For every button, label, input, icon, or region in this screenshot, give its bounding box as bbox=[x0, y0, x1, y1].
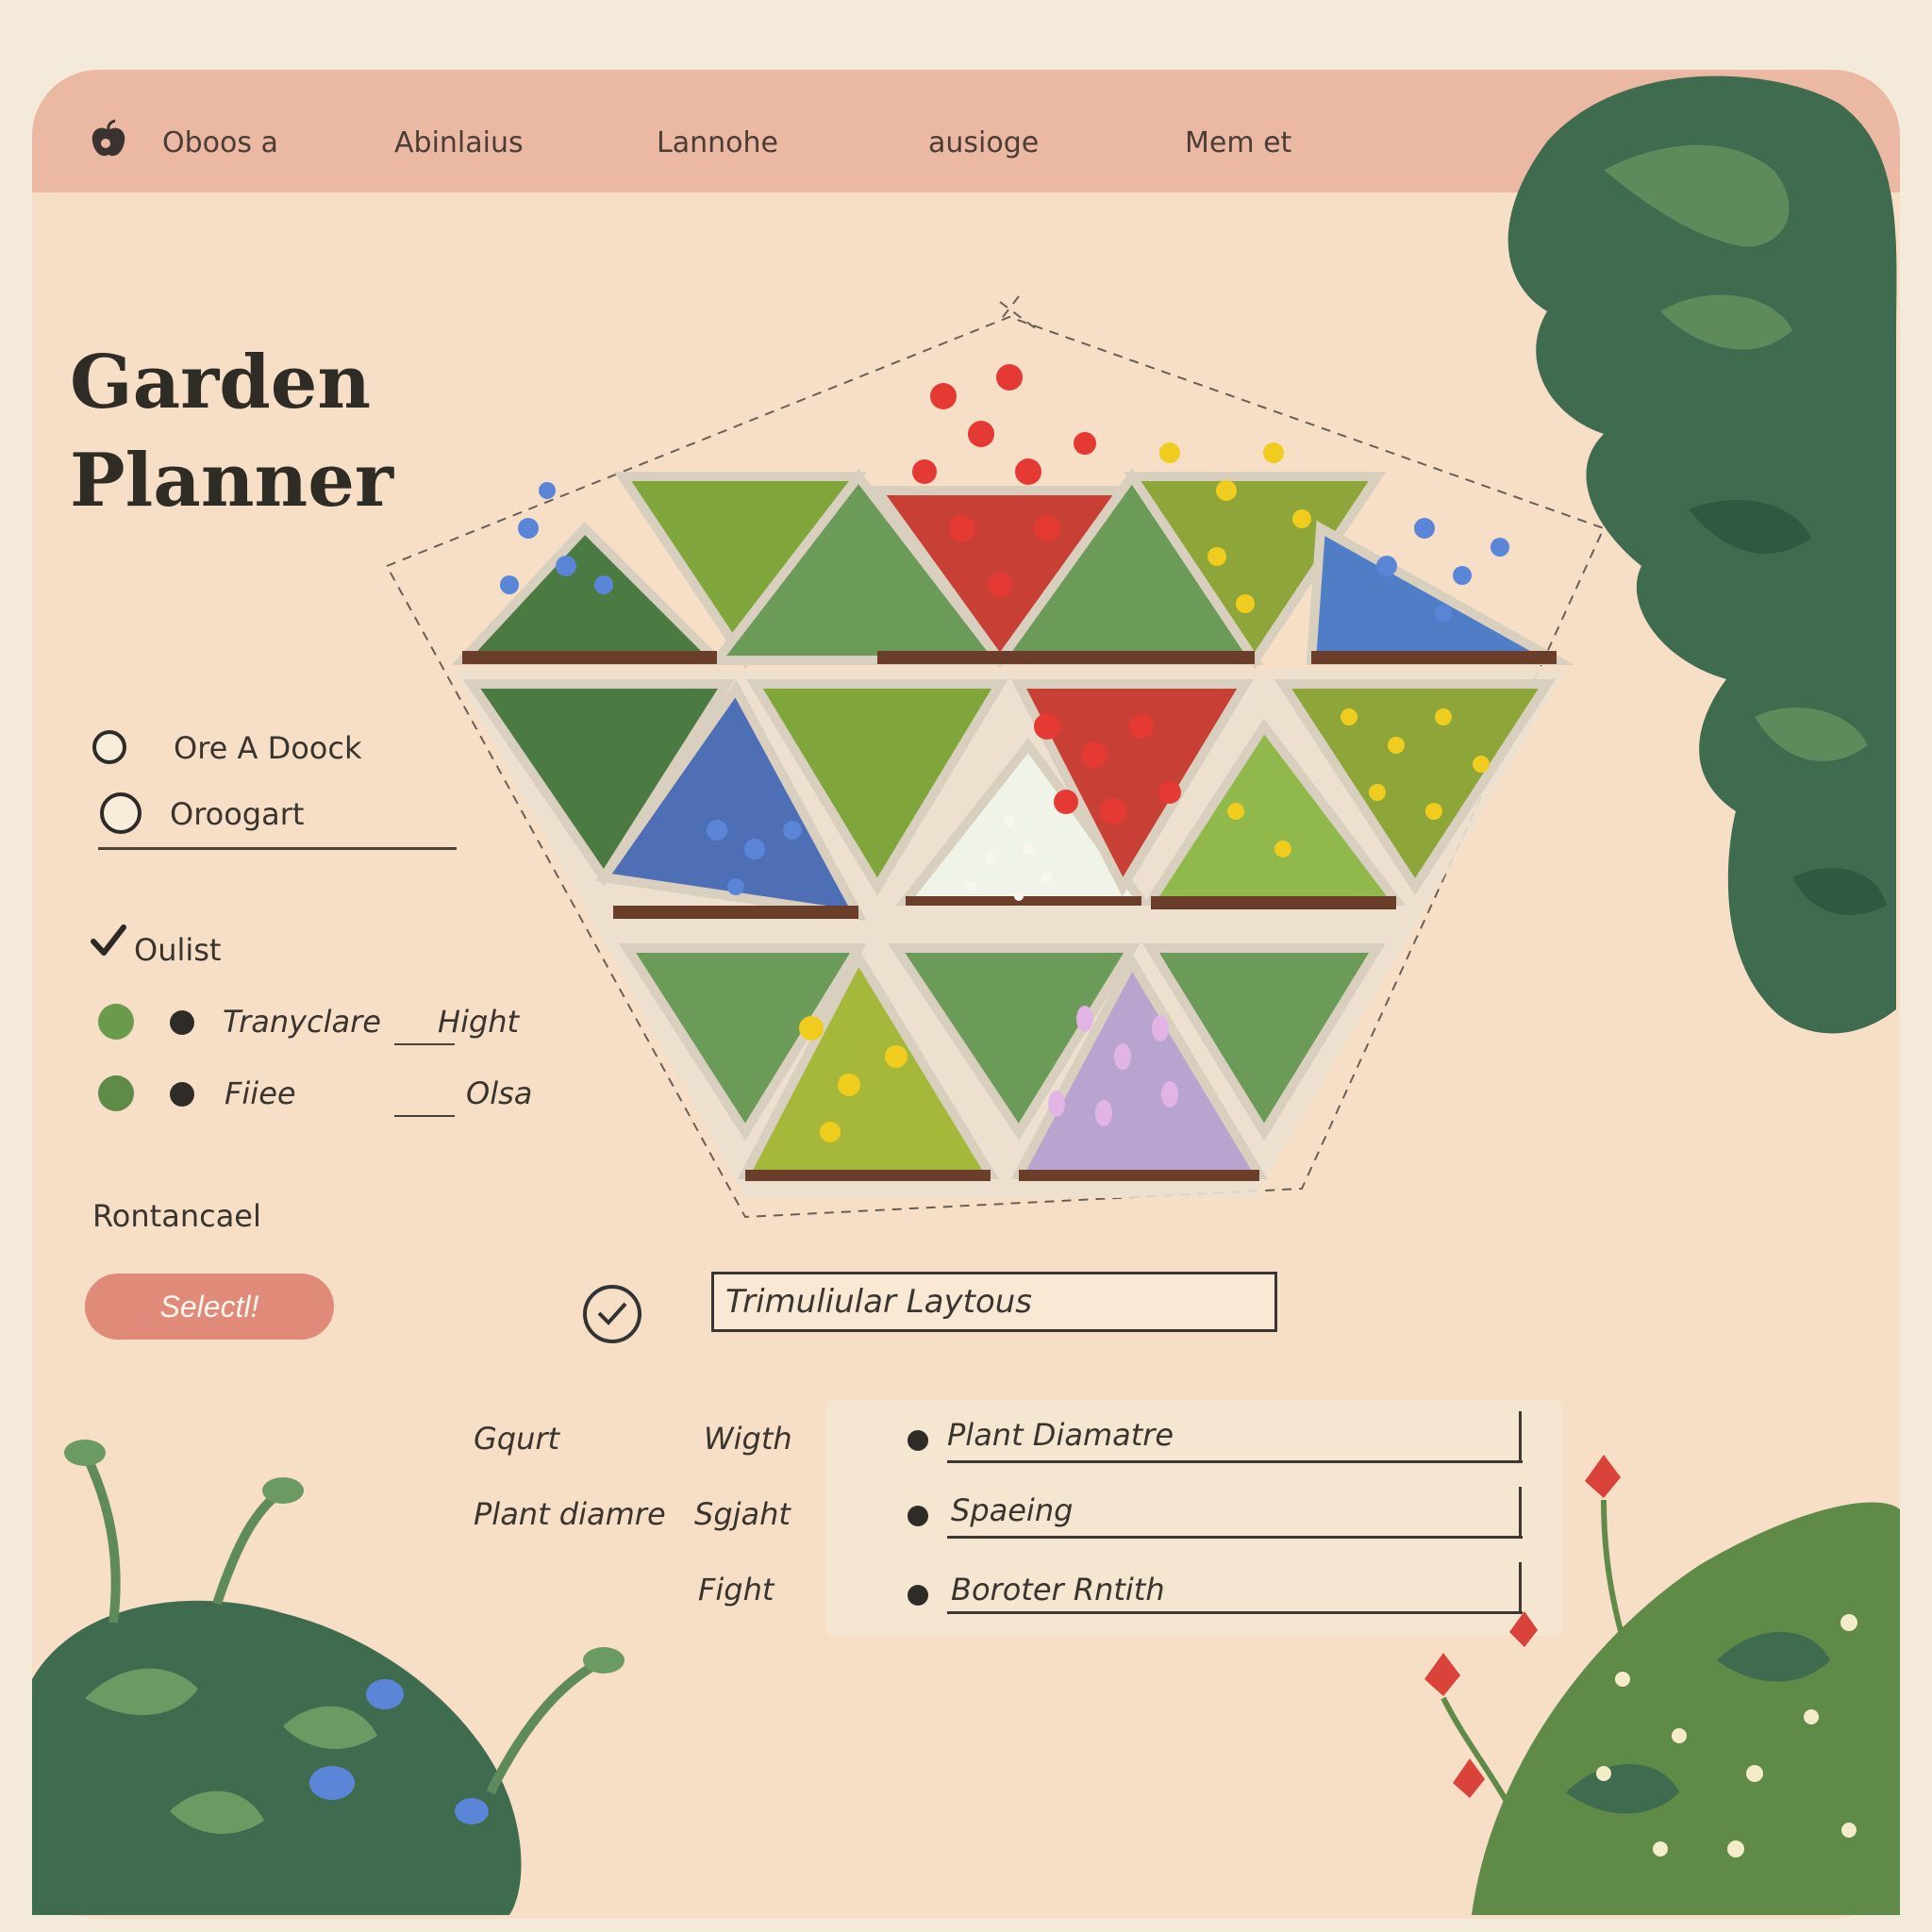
tree-foliage-top-right bbox=[1507, 75, 1897, 1034]
garden-illustration bbox=[32, 75, 1900, 1915]
bush-bottom-left bbox=[32, 1440, 625, 1915]
bush-bottom-right bbox=[1424, 1455, 1900, 1915]
